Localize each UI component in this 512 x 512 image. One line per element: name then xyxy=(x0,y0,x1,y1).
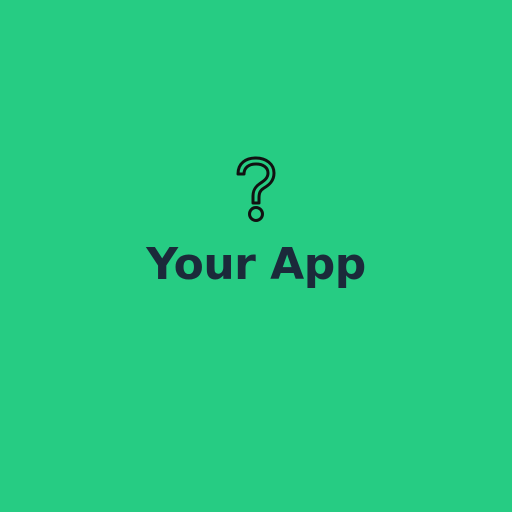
question-mark-icon xyxy=(234,155,278,225)
app-splash-screen: Your App xyxy=(0,0,512,512)
app-title: Your App xyxy=(146,239,366,290)
